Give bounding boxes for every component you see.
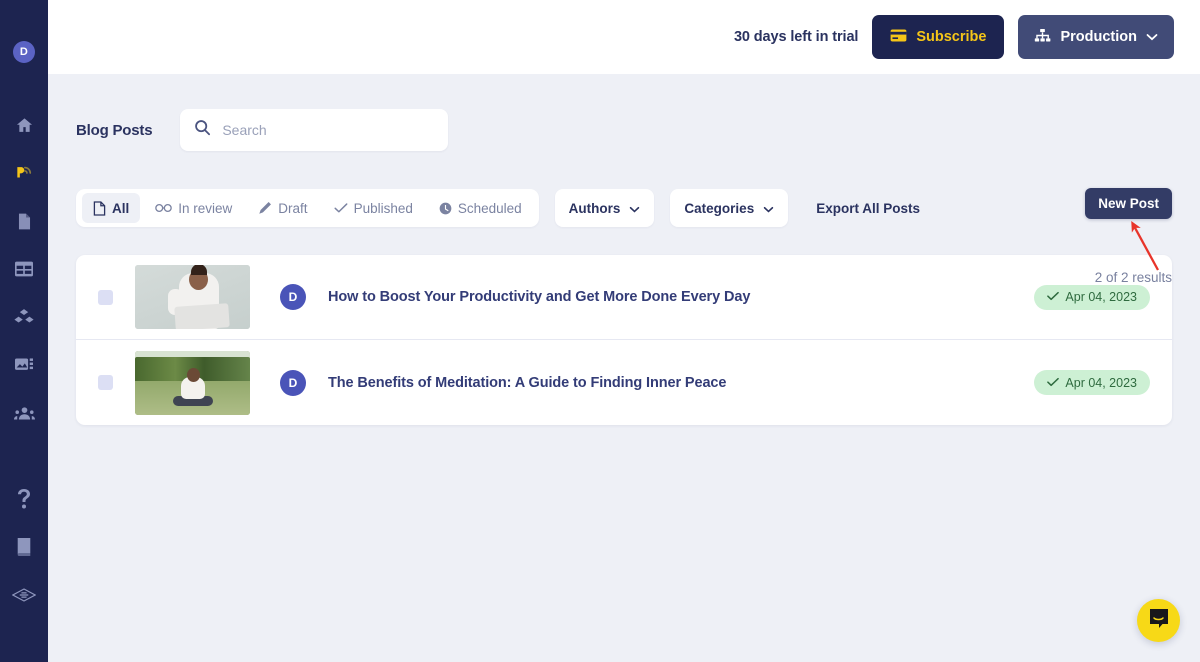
main-area: 30 days left in trial Subscribe Producti…: [48, 0, 1200, 662]
sidebar-user-avatar[interactable]: D: [13, 41, 35, 63]
authors-dropdown[interactable]: Authors: [554, 189, 655, 227]
check-icon: [1047, 376, 1060, 390]
tab-all-label: All: [112, 200, 130, 216]
sidebar-item-home[interactable]: [0, 101, 48, 149]
sidebar-item-help[interactable]: [0, 475, 48, 523]
chat-bubble-icon: [1148, 607, 1170, 634]
post-list: D How to Boost Your Productivity and Get…: [76, 255, 1172, 425]
sidebar-item-components[interactable]: [0, 293, 48, 341]
environment-label: Production: [1060, 29, 1137, 45]
book-icon: [15, 537, 33, 557]
audience-icon: [13, 405, 35, 421]
sidebar-item-blog[interactable]: [0, 149, 48, 197]
clock-icon: [439, 202, 452, 215]
page-icon: [16, 212, 33, 231]
media-icon: [14, 356, 34, 374]
app-window: D 30 days left in trial Subscribe Produc…: [0, 0, 1200, 662]
sitemap-icon: [1034, 28, 1051, 47]
document-icon: [93, 200, 106, 216]
status-date: Apr 04, 2023: [1065, 290, 1137, 304]
top-bar: 30 days left in trial Subscribe Producti…: [48, 0, 1200, 74]
credit-card-icon: [890, 28, 907, 46]
sidebar-item-audience[interactable]: [0, 389, 48, 437]
glasses-icon: [155, 202, 173, 214]
tab-published-label: Published: [353, 200, 413, 216]
post-thumbnail: [135, 265, 250, 329]
chevron-down-icon: [629, 201, 640, 216]
sidebar-item-collections[interactable]: [0, 245, 48, 293]
post-title[interactable]: How to Boost Your Productivity and Get M…: [328, 289, 750, 305]
page-title: Blog Posts: [76, 121, 153, 139]
page-header: Blog Posts: [76, 74, 1172, 151]
search-icon: [194, 119, 211, 141]
status-badge: Apr 04, 2023: [1034, 370, 1150, 395]
new-post-button[interactable]: New Post: [1085, 188, 1172, 219]
tab-draft-label: Draft: [278, 200, 308, 216]
tab-draft[interactable]: Draft: [247, 193, 318, 223]
row-checkbox[interactable]: [98, 375, 113, 390]
components-icon: [14, 308, 34, 327]
table-row[interactable]: D How to Boost Your Productivity and Get…: [76, 255, 1172, 340]
tab-in-review[interactable]: In review: [144, 193, 243, 223]
tab-in-review-label: In review: [178, 200, 233, 216]
help-icon: [17, 489, 31, 509]
table-row[interactable]: D The Benefits of Meditation: A Guide to…: [76, 340, 1172, 425]
tab-all[interactable]: All: [82, 193, 141, 223]
logo-icon: [12, 588, 36, 602]
sidebar-item-docs[interactable]: [0, 523, 48, 571]
sidebar: D: [0, 0, 48, 662]
home-icon: [15, 116, 34, 135]
search-box[interactable]: [180, 109, 449, 151]
avatar: D: [280, 369, 306, 396]
content-area: Blog Posts New Post: [48, 74, 1200, 662]
trial-status-text: 30 days left in trial: [733, 29, 859, 45]
status-date: Apr 04, 2023: [1065, 375, 1137, 390]
avatar: D: [280, 284, 306, 310]
sidebar-item-logo[interactable]: [0, 571, 48, 619]
check-icon: [334, 202, 348, 214]
chat-widget-button[interactable]: [1137, 599, 1180, 642]
chevron-down-icon: [1146, 29, 1158, 45]
blog-icon: [14, 163, 34, 183]
subscribe-button[interactable]: Subscribe: [872, 15, 1005, 59]
check-icon: [1047, 290, 1060, 304]
search-input[interactable]: [222, 122, 435, 138]
subscribe-label: Subscribe: [916, 29, 987, 45]
row-checkbox[interactable]: [98, 289, 113, 305]
sidebar-item-media[interactable]: [0, 341, 48, 389]
status-badge: Apr 04, 2023: [1034, 284, 1150, 310]
chevron-down-icon: [763, 201, 774, 216]
export-all-posts-link[interactable]: Export All Posts: [816, 201, 920, 216]
filter-row: All In review Draft Published Scheduled …: [76, 189, 1172, 227]
authors-label: Authors: [568, 200, 621, 216]
tab-published[interactable]: Published: [323, 193, 424, 223]
categories-dropdown[interactable]: Categories: [670, 189, 789, 227]
environment-dropdown[interactable]: Production: [1018, 15, 1174, 59]
table-icon: [14, 260, 34, 278]
tab-scheduled-label: Scheduled: [457, 200, 522, 216]
tab-scheduled[interactable]: Scheduled: [428, 193, 533, 223]
categories-label: Categories: [684, 200, 755, 216]
pencil-icon: [258, 201, 272, 215]
sidebar-item-pages[interactable]: [0, 197, 48, 245]
status-tabs: All In review Draft Published Scheduled: [76, 189, 539, 227]
post-title[interactable]: The Benefits of Meditation: A Guide to F…: [328, 375, 726, 391]
post-thumbnail: [135, 350, 250, 415]
